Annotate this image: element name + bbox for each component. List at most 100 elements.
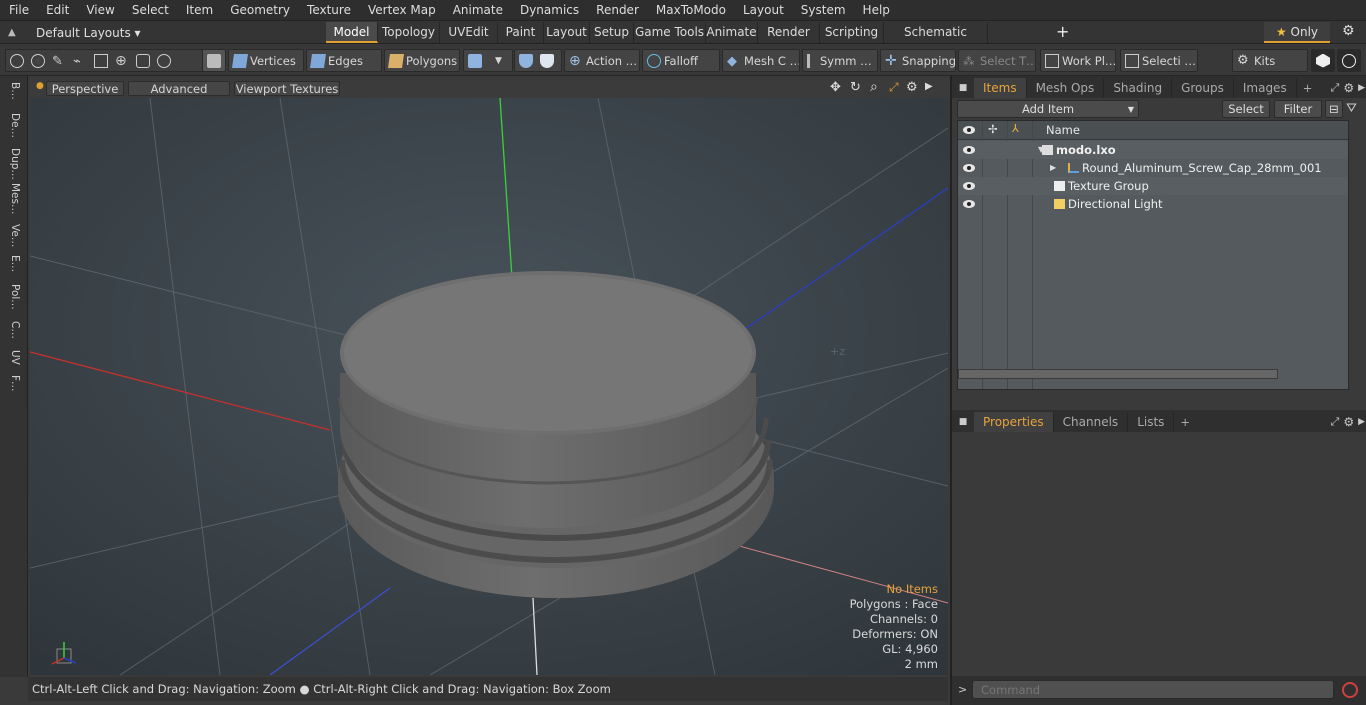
- panel-dot-icon[interactable]: ■: [952, 78, 974, 98]
- timer-icon[interactable]: [157, 53, 171, 68]
- panel-dot-icon[interactable]: ■: [952, 412, 974, 432]
- menu-animate[interactable]: Animate: [444, 0, 511, 21]
- default-layouts-dropdown[interactable]: Default Layouts ▾: [36, 26, 141, 40]
- list-scrollbar-horizontal[interactable]: [958, 369, 1278, 379]
- panel-settings-icon[interactable]: ⚙: [1339, 412, 1358, 432]
- eye-icon[interactable]: [963, 146, 975, 154]
- 3d-viewport[interactable]: +z No Items Polygons : Face Channels: 0 …: [30, 98, 948, 675]
- align-icon[interactable]: [94, 53, 108, 68]
- center-icon[interactable]: ⊕: [115, 54, 129, 68]
- viewport-menu-dot[interactable]: ●: [36, 81, 44, 91]
- select-button[interactable]: Select: [1222, 100, 1270, 118]
- symmetry-button[interactable]: Symm …: [802, 49, 878, 72]
- kits-button[interactable]: ⚙ Kits: [1232, 49, 1308, 72]
- left-tab-6[interactable]: Pol…: [3, 284, 21, 320]
- rotate-view-icon[interactable]: ↻: [850, 80, 861, 95]
- collapse-icon[interactable]: ⊟: [1325, 100, 1343, 118]
- command-input[interactable]: [972, 680, 1334, 699]
- eye-icon[interactable]: [963, 182, 975, 190]
- expand-panel-icon[interactable]: ⤢: [1331, 78, 1340, 98]
- tab-mesh-ops[interactable]: Mesh Ops: [1027, 78, 1105, 98]
- selection-sets-button[interactable]: Selecti …: [1120, 49, 1198, 72]
- maximize-view-icon[interactable]: ⤢: [889, 80, 899, 95]
- tab-layout[interactable]: Layout: [544, 22, 590, 43]
- collapse-arrow-icon[interactable]: ▶: [1050, 159, 1056, 177]
- panel-arrow-icon[interactable]: ▶: [1358, 78, 1366, 98]
- add-item-dropdown[interactable]: Add Item ▼: [957, 100, 1139, 118]
- list-scrollbar-vertical[interactable]: [1348, 121, 1349, 390]
- tab-game-tools[interactable]: Game Tools: [634, 22, 706, 43]
- tab-uvedit[interactable]: UVEdit: [440, 22, 498, 43]
- menu-view[interactable]: View: [77, 0, 122, 21]
- left-tab-7[interactable]: C…: [3, 321, 21, 349]
- gear-icon[interactable]: ⚙: [1342, 23, 1355, 39]
- tab-animate[interactable]: Animate: [706, 22, 758, 43]
- left-tab-0[interactable]: B…: [3, 82, 21, 112]
- pen-icon[interactable]: ✎: [52, 54, 66, 69]
- add-tab-button[interactable]: +: [1297, 78, 1319, 98]
- menu-edit[interactable]: Edit: [37, 0, 77, 21]
- move-view-icon[interactable]: ✥: [830, 80, 841, 95]
- tab-scripting[interactable]: Scripting: [820, 22, 884, 43]
- snapping-button[interactable]: ✛ Snapping: [880, 49, 956, 72]
- menu-select[interactable]: Select: [123, 0, 177, 21]
- menu-vertex-map[interactable]: Vertex Map: [359, 0, 444, 21]
- menu-system[interactable]: System: [792, 0, 854, 21]
- tab-setup[interactable]: Setup: [590, 22, 634, 43]
- filter-button[interactable]: Filter: [1274, 100, 1322, 118]
- tab-channels[interactable]: Channels: [1054, 412, 1129, 432]
- menu-help[interactable]: Help: [854, 0, 898, 21]
- tab-groups[interactable]: Groups: [1172, 78, 1234, 98]
- visibility-header-icon[interactable]: [963, 126, 975, 134]
- tab-shading[interactable]: Shading: [1104, 78, 1173, 98]
- eye-icon[interactable]: [963, 164, 975, 172]
- unreal-button[interactable]: [1337, 49, 1361, 72]
- vertices-button[interactable]: Vertices: [228, 49, 304, 72]
- element-icon[interactable]: [136, 53, 150, 68]
- lock-header-icon[interactable]: ✢: [988, 122, 998, 136]
- select-circle-icon[interactable]: [10, 53, 24, 68]
- edges-button[interactable]: Edges: [306, 49, 382, 72]
- tab-properties[interactable]: Properties: [974, 412, 1054, 432]
- menu-dynamics[interactable]: Dynamics: [511, 0, 587, 21]
- tab-model[interactable]: Model: [326, 22, 378, 43]
- left-tab-3[interactable]: Mes…: [3, 183, 21, 223]
- menu-file[interactable]: File: [0, 0, 37, 21]
- paint-icon[interactable]: ⌁: [73, 54, 87, 69]
- list-item[interactable]: Directional Light: [958, 195, 1348, 213]
- work-plane-button[interactable]: Work Pl…: [1040, 49, 1116, 72]
- render-header-icon[interactable]: ⅄: [1012, 122, 1019, 135]
- list-item[interactable]: ▼modo.lxo: [958, 141, 1348, 159]
- menu-item[interactable]: Item: [177, 0, 221, 21]
- name-column-header[interactable]: Name: [1046, 123, 1080, 137]
- unity-button[interactable]: [1311, 49, 1335, 72]
- left-tab-2[interactable]: Dup…: [3, 148, 21, 182]
- tab-images[interactable]: Images: [1234, 78, 1297, 98]
- zoom-view-icon[interactable]: ⌕: [870, 79, 878, 95]
- globe-icon[interactable]: [31, 53, 45, 68]
- left-tab-9[interactable]: F…: [3, 375, 21, 403]
- viewport-settings-icon[interactable]: ⚙: [906, 80, 918, 95]
- tab-topology[interactable]: Topology: [378, 22, 440, 43]
- add-layout-tab-button[interactable]: +: [1056, 22, 1069, 42]
- polygons-button[interactable]: Polygons: [384, 49, 460, 72]
- advanced-button[interactable]: Advanced: [128, 81, 230, 96]
- left-tab-1[interactable]: De…: [3, 113, 21, 147]
- left-tab-4[interactable]: Ve…: [3, 224, 21, 254]
- symmetry-shields[interactable]: [514, 49, 562, 72]
- expand-panel-icon[interactable]: ⤢: [1331, 412, 1340, 432]
- left-tab-8[interactable]: UV: [3, 350, 21, 374]
- perspective-button[interactable]: Perspective: [46, 81, 124, 96]
- viewport-textures-button[interactable]: Viewport Textures: [234, 81, 340, 96]
- tab-render[interactable]: Render: [758, 22, 820, 43]
- record-icon[interactable]: [1342, 682, 1358, 698]
- funnel-icon[interactable]: ⛛: [1346, 101, 1357, 116]
- mesh-constraint-button[interactable]: ◆ Mesh C …: [722, 49, 800, 72]
- panel-settings-icon[interactable]: ⚙: [1339, 78, 1358, 98]
- select-through-button[interactable]: ⁂ Select T…: [958, 49, 1036, 72]
- left-tab-5[interactable]: E…: [3, 255, 21, 283]
- panel-arrow-icon[interactable]: ▶: [1358, 412, 1366, 432]
- add-tab-button[interactable]: +: [1174, 412, 1196, 432]
- tab-paint[interactable]: Paint: [498, 22, 544, 43]
- screw-cap-mesh[interactable]: [338, 271, 774, 598]
